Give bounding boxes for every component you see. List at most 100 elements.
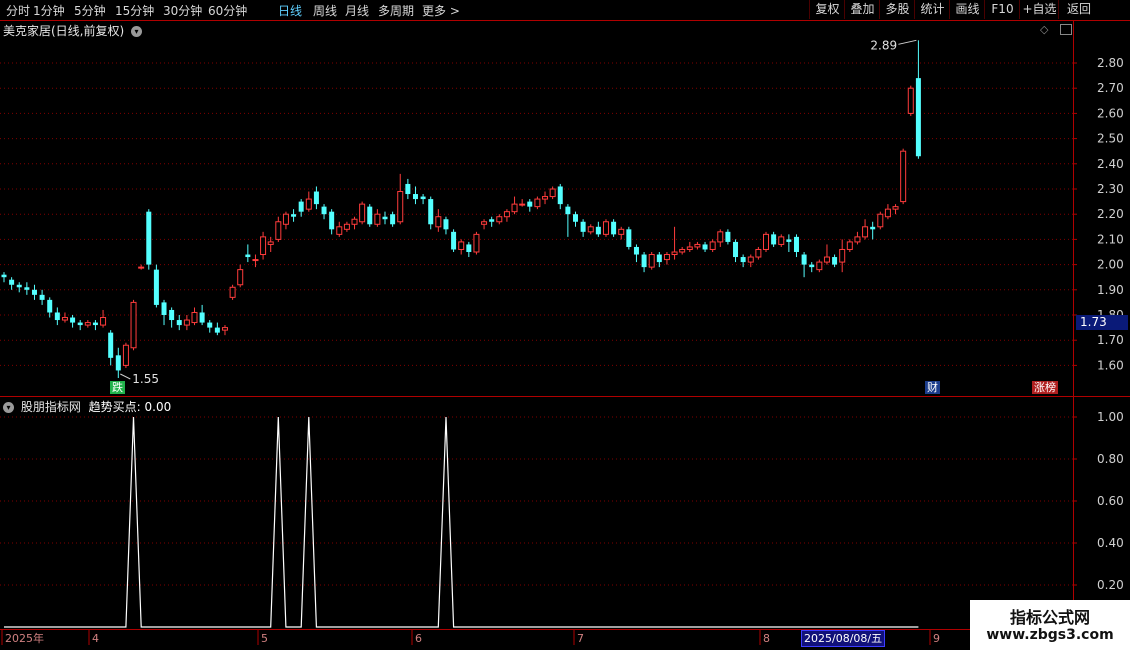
- candle-body: [397, 191, 404, 223]
- xaxis-label: 2025年: [5, 631, 44, 645]
- candle-body: [221, 327, 228, 331]
- price-tick-label: 1.90: [1097, 283, 1124, 297]
- candle-body: [84, 322, 91, 326]
- candle-body: [549, 188, 556, 198]
- candle-body: [374, 213, 381, 225]
- candle-body: [900, 150, 907, 203]
- candle-body: [702, 244, 708, 250]
- xaxis-label: 4: [92, 632, 99, 645]
- rise-list-marker[interactable]: 涨榜: [1032, 381, 1058, 394]
- candle-body: [130, 301, 137, 349]
- candle-body: [633, 246, 639, 255]
- candle-body: [778, 236, 785, 245]
- candle-body: [565, 206, 571, 215]
- candle-body: [725, 231, 731, 242]
- low-arrow: [120, 373, 131, 380]
- candle-body: [435, 216, 442, 228]
- kline-chart[interactable]: 2.80 2.70 2.60 2.50 2.40 2.30 2.20 2.10 2.00 1.90…: [0, 0, 1130, 650]
- candle-body: [717, 231, 724, 243]
- high-arrow: [898, 39, 917, 45]
- indicator-name: 股朋指标网: [20, 400, 81, 414]
- price-tick-label: 2.50: [1097, 132, 1124, 146]
- candle-body: [412, 194, 418, 200]
- panel-toggle-icon[interactable]: [1060, 24, 1072, 35]
- price-tick-label: 2.40: [1097, 157, 1124, 171]
- candle-body: [862, 226, 869, 238]
- candle-body: [823, 256, 830, 263]
- price-tick-label: 2.00: [1097, 258, 1124, 272]
- candle-body: [47, 299, 53, 313]
- current-price-label: 1.73: [1076, 315, 1128, 330]
- candle-body: [534, 198, 541, 208]
- watermark-title: 指标公式网: [1009, 608, 1090, 627]
- indicator-tick-label: 0.20: [1097, 578, 1124, 592]
- candle-body: [16, 284, 22, 288]
- candle-body: [313, 191, 319, 205]
- candle-body: [671, 251, 678, 256]
- fall-marker[interactable]: 跌: [110, 381, 125, 394]
- candle-body: [816, 261, 823, 271]
- candle-body: [747, 256, 754, 263]
- indicator-tick-label: 0.40: [1097, 536, 1124, 550]
- candle-body: [846, 241, 853, 250]
- price-tick-label: 2.60: [1097, 106, 1124, 120]
- candle-body: [679, 248, 686, 253]
- candle-body: [343, 223, 350, 230]
- chevron-down-icon[interactable]: ▾: [3, 402, 14, 413]
- candle-body: [656, 254, 662, 263]
- candle-body: [451, 231, 457, 250]
- candle-body: [237, 269, 244, 286]
- trend-buy-line: [4, 416, 919, 628]
- price-tick-label: 2.10: [1097, 232, 1124, 246]
- finance-marker[interactable]: 财: [925, 381, 940, 394]
- indicator-tick-label: 1.00: [1097, 410, 1124, 424]
- candle-body: [839, 248, 846, 263]
- chevron-down-icon[interactable]: ▾: [131, 26, 143, 37]
- candle-body: [473, 233, 480, 253]
- candle-body: [519, 203, 526, 206]
- price-tick-label: 1.70: [1097, 333, 1124, 347]
- candle-body: [291, 214, 297, 217]
- candle-body: [466, 244, 472, 252]
- candle-body: [892, 206, 899, 210]
- candle-body: [260, 236, 267, 256]
- candle-body: [1, 274, 7, 278]
- candle-body: [648, 254, 655, 268]
- indicator-title: ▾ 股朋指标网 趋势买点: 0.00: [3, 398, 171, 415]
- stock-title: 美克家居(日线,前复权) ▾: [3, 22, 143, 39]
- candle-body: [542, 196, 549, 200]
- low-label: 1.55: [132, 372, 159, 386]
- candle-body: [161, 302, 167, 315]
- xaxis-label: 8: [763, 632, 770, 645]
- candle-body: [70, 317, 76, 323]
- candle-body: [267, 241, 274, 245]
- candle-body: [793, 236, 799, 252]
- candle-body: [443, 219, 449, 230]
- candle-body: [252, 259, 259, 262]
- candle-body: [618, 228, 625, 235]
- candle-body: [740, 257, 746, 263]
- candle-body: [138, 266, 145, 269]
- candle-body: [390, 214, 396, 225]
- candle-body: [428, 199, 434, 225]
- candle-body: [496, 216, 503, 223]
- candle-body: [611, 221, 617, 235]
- candle-body: [557, 186, 563, 205]
- candle-body: [587, 226, 594, 233]
- candle-body: [382, 216, 388, 220]
- candle-body: [122, 344, 129, 366]
- xaxis-label: 9: [933, 632, 940, 645]
- xaxis-label: 7: [577, 632, 584, 645]
- candle-body: [298, 201, 304, 212]
- price-tick-label: 2.20: [1097, 207, 1124, 221]
- candle-body: [503, 211, 510, 218]
- diamond-icon[interactable]: ◇: [1040, 23, 1048, 36]
- price-tick-label: 1.60: [1097, 358, 1124, 372]
- candle-body: [329, 211, 335, 230]
- xaxis-label: 5: [261, 632, 268, 645]
- candle-body: [420, 196, 426, 200]
- candle-body: [77, 322, 83, 326]
- candle-body: [809, 264, 815, 268]
- candle-body: [832, 257, 838, 265]
- candle-body: [169, 309, 175, 321]
